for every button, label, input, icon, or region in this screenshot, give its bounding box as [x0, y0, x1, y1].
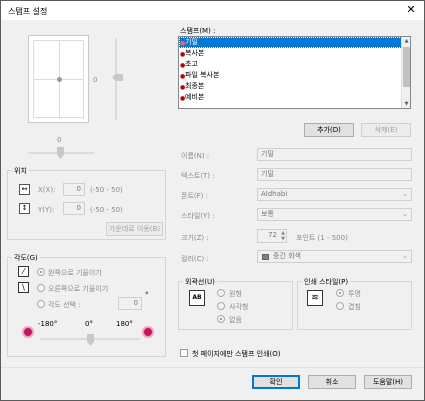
- scroll-thumb[interactable]: [403, 47, 410, 87]
- list-item[interactable]: ● 예비본: [179, 92, 410, 103]
- color-label: 컬러(C) :: [181, 255, 209, 263]
- close-icon[interactable]: ✕: [404, 3, 418, 17]
- angle-slider[interactable]: [40, 334, 140, 348]
- outline-option-rect: 사각형: [229, 303, 249, 311]
- horizontal-arrows-icon: ↔: [19, 184, 30, 195]
- help-button[interactable]: 도움말(H): [364, 375, 412, 389]
- position-group-label: 위치: [12, 166, 29, 176]
- outline-group-label: 외곽선(U): [183, 277, 217, 287]
- style-label: 스타일(Y) :: [181, 212, 215, 220]
- color-select[interactable]: 중간 회색 ⌄: [257, 250, 412, 263]
- font-select[interactable]: Aldhabi ⌄: [257, 188, 412, 201]
- x-label: X(X):: [38, 186, 56, 194]
- list-scrollbar[interactable]: ▲ ▼: [401, 37, 410, 108]
- color-swatch: [262, 254, 269, 260]
- cancel-button[interactable]: 취소: [308, 375, 356, 389]
- font-label: 폰트(F) :: [181, 192, 208, 200]
- print-option-overlay: 겹침: [348, 303, 361, 311]
- horizontal-position-slider[interactable]: [28, 147, 94, 161]
- degree-symbol: °: [145, 291, 149, 299]
- stamp-list[interactable]: ● 기밀 ● 복사본 ● 초고 ● 파일 복사본 ● 최종본 ● 예비본 ▲ ▼: [178, 36, 411, 109]
- angle-radio-right[interactable]: [37, 284, 45, 292]
- y-range: (-50 - 50): [90, 206, 123, 214]
- rotate-ccw-icon: [22, 326, 34, 338]
- print-style-icon: ≋: [307, 290, 323, 306]
- angle-radio-custom[interactable]: [37, 300, 45, 308]
- outline-radio-rect[interactable]: [217, 302, 225, 310]
- vertical-slider-thumb[interactable]: [112, 74, 123, 81]
- outline-option-circle: 원형: [229, 290, 242, 298]
- angle-option-right: 오른쪽으로 기울이기: [48, 285, 109, 293]
- y-field[interactable]: 0: [63, 202, 85, 215]
- title-bar: 스탬프 설정 ✕: [1, 1, 424, 20]
- outline-preview-icon: AB: [189, 290, 205, 306]
- angle-option-left: 왼쪽으로 기울이기: [48, 269, 102, 277]
- first-page-only-checkbox[interactable]: [180, 349, 188, 357]
- print-radio-overlay[interactable]: [336, 302, 344, 310]
- list-item[interactable]: ● 복사본: [179, 48, 410, 59]
- size-label: 크기(Z) :: [181, 234, 209, 242]
- footer-divider: [1, 367, 424, 368]
- print-radio-transparent[interactable]: [336, 289, 344, 297]
- window-title: 스탬프 설정: [8, 7, 48, 16]
- x-range: (-50 - 50): [90, 186, 123, 194]
- spin-arrows-icon[interactable]: ▲ ▼: [281, 230, 285, 242]
- angle-field[interactable]: 0: [118, 297, 142, 310]
- horizontal-offset-value: 0: [57, 136, 62, 144]
- rotate-cw-icon: [142, 326, 154, 338]
- chevron-down-icon: ⌄: [402, 252, 408, 260]
- size-range: 포인트 (1 - 500): [296, 234, 348, 242]
- angle-tick-max: 180°: [116, 320, 133, 328]
- style-select[interactable]: 보통 ⌄: [257, 208, 412, 221]
- add-button[interactable]: 추가(D): [304, 123, 354, 137]
- center-button[interactable]: 가운데로 이동(B): [106, 222, 163, 236]
- print-style-group-label: 인쇄 스타일(P): [302, 277, 351, 287]
- list-item[interactable]: ● 초고: [179, 59, 410, 70]
- scroll-up-icon[interactable]: ▲: [402, 38, 410, 44]
- print-option-transparent: 투명: [348, 290, 361, 298]
- stamp-position-marker[interactable]: [57, 77, 62, 82]
- rotate-left-icon: ⁄: [18, 266, 29, 277]
- x-field[interactable]: 0: [63, 183, 85, 196]
- angle-tick-min: -180°: [38, 320, 58, 328]
- outline-option-none: 없음: [229, 316, 242, 324]
- list-item[interactable]: ● 최종본: [179, 81, 410, 92]
- text-field[interactable]: 기밀: [257, 168, 412, 181]
- first-page-only-label: 첫 페이지에만 스탬프 인쇄(O): [192, 350, 281, 358]
- scroll-down-icon[interactable]: ▼: [402, 101, 410, 107]
- angle-tick-zero: 0°: [85, 320, 93, 328]
- angle-slider-thumb[interactable]: [87, 334, 94, 346]
- name-label: 이름(N) :: [181, 152, 210, 160]
- size-spinbox[interactable]: 72 ▲ ▼: [257, 229, 287, 243]
- rotate-right-icon: \: [18, 282, 29, 293]
- vertical-offset-value: 0: [93, 76, 98, 84]
- chevron-down-icon: ⌄: [402, 190, 408, 198]
- y-label: Y(Y):: [38, 206, 55, 214]
- outline-radio-none[interactable]: [217, 315, 225, 323]
- list-item[interactable]: ● 파일 복사본: [179, 70, 410, 81]
- angle-option-custom: 각도 선택 :: [48, 301, 81, 309]
- name-field[interactable]: 기밀: [257, 148, 412, 161]
- list-item[interactable]: ● 기밀: [179, 37, 410, 48]
- delete-button[interactable]: 삭제(E): [361, 123, 411, 137]
- angle-radio-left[interactable]: [37, 268, 45, 276]
- horizontal-slider-thumb[interactable]: [57, 147, 64, 159]
- page-preview: [28, 35, 89, 123]
- chevron-down-icon: ⌄: [402, 210, 408, 218]
- outline-radio-circle[interactable]: [217, 289, 225, 297]
- ok-button[interactable]: 확인: [252, 375, 300, 389]
- stamp-list-label: 스탬프(M) :: [180, 27, 216, 35]
- vertical-position-slider[interactable]: [110, 38, 124, 120]
- text-label: 텍스트(T) :: [181, 172, 215, 180]
- vertical-arrows-icon: ↕: [19, 203, 30, 214]
- angle-group-label: 각도(G): [12, 253, 40, 263]
